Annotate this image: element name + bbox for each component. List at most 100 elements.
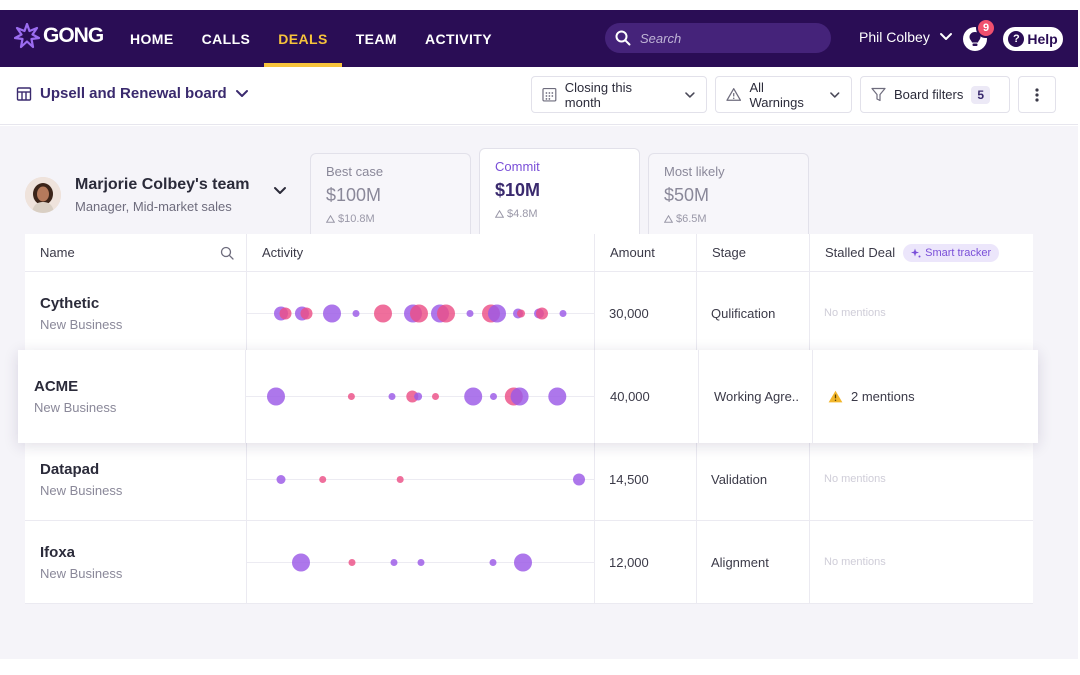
activity-dot[interactable] — [514, 553, 532, 572]
column-header-name[interactable]: Name — [25, 234, 247, 272]
deal-type: New Business — [40, 565, 123, 581]
search-placeholder: Search — [640, 30, 682, 46]
activity-dot[interactable] — [489, 559, 497, 566]
activity-dot[interactable] — [464, 387, 483, 406]
forecast-delta: $10.8M — [326, 213, 455, 225]
column-header-stalled-deal[interactable]: Stalled Deal Smart tracker — [810, 234, 1033, 272]
activity-dot[interactable] — [573, 473, 585, 486]
activity-dot[interactable] — [323, 304, 341, 323]
stalled-deal-cell: No mentions — [824, 556, 886, 568]
triangle-up-icon — [664, 215, 673, 223]
deal-type: New Business — [40, 316, 123, 332]
nav-deals[interactable]: DEALS — [264, 10, 343, 67]
avatar-portrait-icon — [25, 177, 61, 213]
activity-dot[interactable] — [347, 393, 355, 400]
forecast-label: Best case — [326, 164, 384, 179]
activity-timeline[interactable] — [246, 350, 595, 443]
table-row[interactable]: ACME New Business 40,000 Working Agre.. … — [18, 350, 1038, 443]
team-selector[interactable]: Marjorie Colbey's team Manager, Mid-mark… — [25, 176, 250, 214]
activity-dot[interactable] — [488, 304, 506, 323]
search-icon[interactable] — [220, 246, 234, 260]
activity-dot[interactable] — [410, 304, 428, 323]
activity-timeline[interactable] — [247, 272, 595, 355]
deal-name[interactable]: Datapad — [40, 461, 99, 478]
nav-home[interactable]: HOME — [116, 10, 188, 67]
nav-team[interactable]: TEAM — [342, 10, 411, 67]
stalled-deal-cell: No mentions — [824, 307, 886, 319]
smart-tracker-badge[interactable]: Smart tracker — [903, 243, 1000, 262]
help-button[interactable]: ? Help — [1003, 27, 1063, 51]
activity-dot[interactable] — [300, 307, 313, 320]
team-name: Marjorie Colbey's team — [75, 176, 250, 193]
activity-cell — [247, 272, 595, 354]
activity-dot[interactable] — [414, 392, 423, 401]
calendar-icon — [542, 87, 557, 102]
column-header-stage[interactable]: Stage — [697, 234, 810, 272]
forecast-card-most-likely[interactable]: Most likely $50M $6.5M — [648, 153, 809, 235]
stalled-mentions[interactable]: 2 mentions — [828, 389, 915, 404]
forecast-delta: $4.8M — [495, 208, 624, 220]
activity-dot[interactable] — [319, 476, 327, 483]
deal-name[interactable]: ACME — [34, 378, 78, 395]
activity-dot[interactable] — [466, 310, 474, 317]
nav-activity[interactable]: ACTIVITY — [411, 10, 506, 67]
amount-cell: 30,000 — [595, 272, 697, 354]
warnings-filter-label: All Warnings — [749, 79, 804, 110]
activity-dot[interactable] — [536, 307, 548, 320]
period-filter-dropdown[interactable]: Closing this month — [531, 76, 707, 113]
deal-name[interactable]: Cythetic — [40, 295, 99, 312]
activity-dot[interactable] — [490, 393, 497, 400]
activity-dot[interactable] — [510, 387, 529, 406]
activity-timeline[interactable] — [247, 521, 595, 604]
activity-timeline[interactable] — [247, 438, 595, 521]
forecast-delta-value: $6.5M — [676, 213, 707, 225]
column-header-activity[interactable]: Activity — [247, 234, 595, 272]
amount-cell: 12,000 — [595, 521, 697, 603]
activity-dot[interactable] — [348, 559, 356, 566]
activity-dot[interactable] — [388, 393, 396, 400]
activity-dot[interactable] — [559, 310, 567, 317]
stage-cell: Alignment — [697, 521, 810, 603]
board-title: Upsell and Renewal board — [40, 85, 227, 102]
activity-dot[interactable] — [374, 304, 392, 323]
notification-count-badge: 9 — [976, 18, 996, 38]
stage-cell: Qulification — [697, 272, 810, 354]
chevron-down-icon[interactable] — [273, 186, 287, 196]
column-header-amount[interactable]: Amount — [595, 234, 697, 272]
table-row[interactable]: Cythetic New Business 30,000 Qulificatio… — [25, 272, 1033, 355]
activity-dot[interactable] — [432, 393, 439, 400]
activity-dot[interactable] — [437, 304, 455, 323]
activity-dot[interactable] — [390, 559, 398, 566]
deal-name[interactable]: Ifoxa — [40, 544, 75, 561]
more-options-button[interactable] — [1018, 76, 1056, 113]
sparkle-icon — [911, 248, 921, 257]
activity-dot[interactable] — [517, 309, 525, 318]
table-row[interactable]: Ifoxa New Business 12,000 Alignment No m… — [25, 521, 1033, 604]
deal-name-cell: Ifoxa New Business — [25, 521, 247, 603]
team-role: Manager, Mid-market sales — [75, 199, 232, 214]
avatar — [25, 177, 61, 213]
activity-dot[interactable] — [276, 475, 286, 484]
activity-dot[interactable] — [417, 559, 425, 566]
forecast-card-commit[interactable]: Commit $10M $4.8M — [479, 148, 640, 235]
gong-logo[interactable]: GONG — [14, 23, 104, 49]
nav-calls[interactable]: CALLS — [188, 10, 265, 67]
triangle-up-icon — [495, 210, 504, 218]
amount-cell: 40,000 — [595, 350, 699, 443]
board-selector[interactable]: Upsell and Renewal board — [16, 85, 249, 102]
chevron-down-icon[interactable] — [939, 32, 953, 42]
warnings-filter-dropdown[interactable]: All Warnings — [715, 76, 852, 113]
activity-dot[interactable] — [292, 553, 310, 572]
activity-dot[interactable] — [548, 387, 567, 406]
activity-dot[interactable] — [279, 307, 292, 320]
activity-dot[interactable] — [396, 476, 404, 483]
activity-dot[interactable] — [267, 387, 285, 406]
user-menu-name[interactable]: Phil Colbey — [859, 29, 930, 45]
table-row[interactable]: Datapad New Business 14,500 Validation N… — [25, 438, 1033, 521]
activity-dot[interactable] — [352, 310, 360, 317]
board-filters-button[interactable]: Board filters 5 — [860, 76, 1010, 113]
deal-name-cell: Cythetic New Business — [25, 272, 247, 354]
forecast-card-best-case[interactable]: Best case $100M $10.8M — [310, 153, 471, 235]
filters-count-badge: 5 — [971, 85, 991, 104]
search-input[interactable]: Search — [605, 23, 831, 53]
